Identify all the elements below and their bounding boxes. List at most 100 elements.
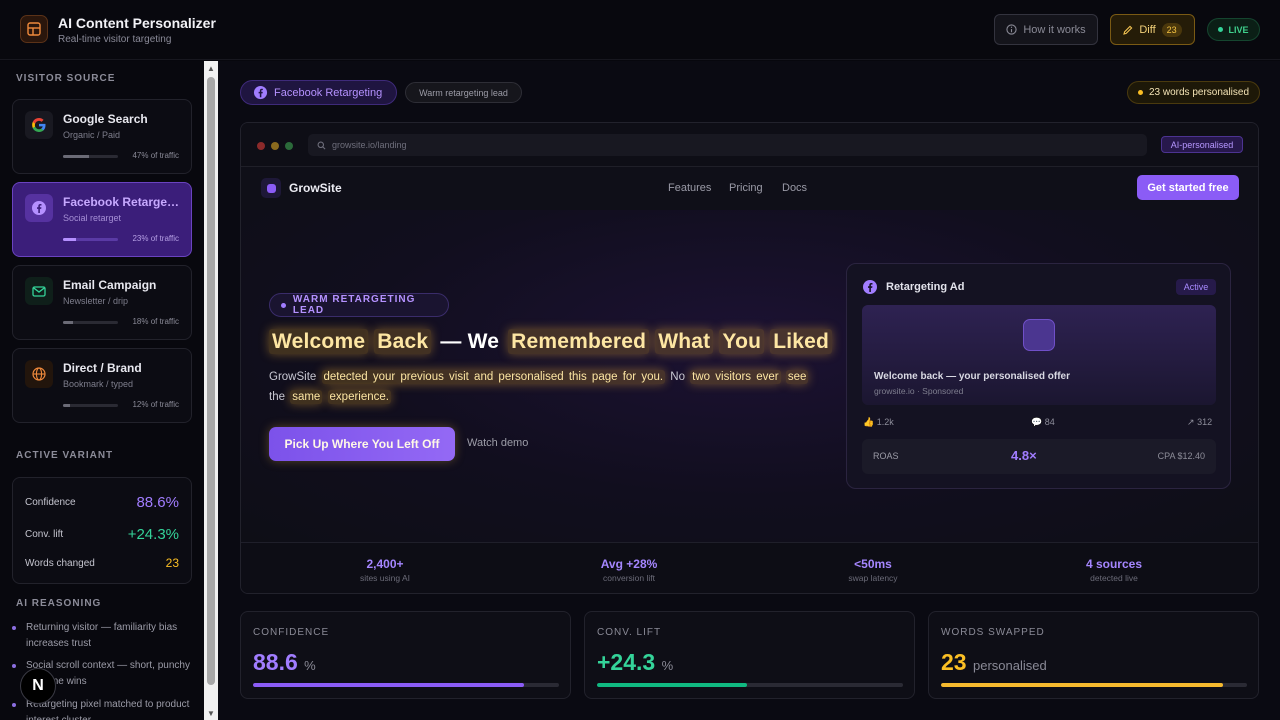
hero-cta-button[interactable]: Pick Up Where You Left Off bbox=[269, 427, 455, 461]
retargeting-ad-card: Retargeting Ad Active Welcome back — you… bbox=[846, 263, 1231, 489]
traffic-share-bar bbox=[63, 238, 118, 241]
ad-comments: 💬 84 bbox=[1031, 417, 1055, 427]
ad-title: Retargeting Ad bbox=[886, 281, 965, 293]
share-icon: ↗ bbox=[1187, 417, 1195, 427]
live-status-badge: LIVE bbox=[1207, 18, 1260, 41]
subtext-highlight: experience. bbox=[327, 390, 391, 404]
metric-progress-bar bbox=[597, 683, 903, 687]
headline-word: Liked bbox=[770, 329, 833, 354]
metric-value: 23 personalised bbox=[941, 649, 1047, 675]
ad-likes: 👍 1.2k bbox=[863, 417, 894, 427]
active-variant-heading: ACTIVE VARIANT bbox=[16, 450, 114, 461]
roas-row: ROAS 4.8× CPA $12.40 bbox=[862, 439, 1216, 474]
pencil-icon bbox=[1123, 25, 1133, 35]
app-title: AI Content Personalizer bbox=[58, 15, 216, 31]
words-personalised-label: 23 words personalised bbox=[1148, 87, 1250, 98]
roas-label: ROAS bbox=[873, 451, 899, 461]
facebook-icon bbox=[863, 280, 877, 294]
browser-preview: growsite.io/landing AI-personalised Grow… bbox=[240, 122, 1259, 594]
metric-progress-bar bbox=[253, 683, 559, 687]
hero-subtext: GrowSite detected your previous visit an… bbox=[269, 367, 817, 407]
source-type: Newsletter / drip bbox=[63, 296, 129, 306]
ad-shares: ↗ 312 bbox=[1187, 417, 1213, 427]
diff-button[interactable]: Diff 23 bbox=[1110, 14, 1195, 45]
warm-lead-label: WARM RETARGETING LEAD bbox=[292, 294, 416, 316]
traffic-share-bar bbox=[63, 155, 118, 158]
n-badge-button[interactable]: N bbox=[20, 668, 56, 704]
get-started-button[interactable]: Get started free bbox=[1137, 175, 1239, 200]
nav-link-features[interactable]: Features bbox=[668, 182, 711, 194]
ai-personalised-chip: AI-personalised bbox=[1161, 136, 1243, 153]
lift-value: +24.3% bbox=[127, 526, 179, 543]
ad-source: growsite.io · Sponsored bbox=[874, 386, 964, 396]
scroll-thumb[interactable] bbox=[207, 77, 215, 685]
url-text: growsite.io/landing bbox=[332, 140, 407, 150]
subtext-highlight: detected your previous visit and persona… bbox=[321, 370, 666, 384]
stat-item: 2,400+ sites using AI bbox=[359, 557, 411, 583]
ad-creative-image: Welcome back — your personalised offer g… bbox=[862, 305, 1216, 405]
warm-lead-pill: WARM RETARGETING LEAD bbox=[269, 293, 449, 317]
source-name: Email Campaign bbox=[63, 278, 157, 292]
headline-word: Remembered bbox=[508, 329, 650, 354]
minimize-dot-icon bbox=[271, 142, 279, 150]
google-icon bbox=[25, 111, 53, 139]
source-card-google[interactable]: Google Search Organic / Paid 47% of traf… bbox=[12, 99, 192, 174]
traffic-share-bar bbox=[63, 321, 118, 324]
traffic-share-bar bbox=[63, 404, 118, 407]
headline-word: Welcome bbox=[269, 329, 369, 354]
how-it-works-label: How it works bbox=[1023, 23, 1086, 36]
sidebar-scrollbar[interactable]: ▲ ▼ bbox=[204, 61, 218, 720]
site-name: GrowSite bbox=[289, 181, 342, 195]
words-changed-label: Words changed bbox=[25, 557, 95, 569]
scroll-down-icon[interactable]: ▼ bbox=[207, 709, 215, 718]
headline-word: What bbox=[655, 329, 714, 354]
maximize-dot-icon bbox=[285, 142, 293, 150]
source-type: Bookmark / typed bbox=[63, 379, 134, 389]
app-subtitle: Real-time visitor targeting bbox=[58, 34, 172, 45]
active-variant-card: Confidence 88.6% Conv. lift +24.3% Words… bbox=[12, 477, 192, 584]
close-dot-icon bbox=[257, 142, 265, 150]
live-dot-icon bbox=[1218, 27, 1224, 32]
source-card-email[interactable]: Email Campaign Newsletter / drip 18% of … bbox=[12, 265, 192, 340]
metric-card-lift: CONV. LIFT +24.3 % bbox=[584, 611, 915, 699]
subtext-highlight: see bbox=[785, 370, 809, 384]
ad-headline: Welcome back — your personalised offer bbox=[874, 371, 1070, 382]
source-type: Organic / Paid bbox=[63, 130, 121, 140]
subtext-part: GrowSite bbox=[269, 371, 317, 383]
globe-icon bbox=[25, 360, 53, 388]
source-pill-label: Facebook Retargeting bbox=[274, 86, 383, 99]
subtext-highlight: two visitors ever bbox=[690, 370, 781, 384]
subtext-highlight: same bbox=[290, 390, 323, 404]
nav-link-pricing[interactable]: Pricing bbox=[729, 182, 763, 194]
search-icon bbox=[317, 141, 326, 149]
ad-status-badge: Active bbox=[1176, 279, 1216, 295]
current-source-pill[interactable]: Facebook Retargeting bbox=[240, 80, 397, 105]
diff-label: Diff bbox=[1139, 23, 1156, 36]
traffic-share-label: 23% of traffic bbox=[132, 234, 179, 243]
visitor-source-heading: VISITOR SOURCE bbox=[16, 73, 116, 84]
url-bar[interactable]: growsite.io/landing bbox=[308, 134, 1147, 156]
facebook-icon bbox=[253, 85, 268, 100]
hero-headline: Welcome Back — We Remembered What You Li… bbox=[269, 329, 833, 354]
hero-section: WARM RETARGETING LEAD Welcome Back — We … bbox=[241, 210, 1258, 542]
traffic-share-label: 18% of traffic bbox=[132, 317, 179, 326]
watch-demo-link[interactable]: Watch demo bbox=[467, 437, 528, 449]
subtext-part: the bbox=[269, 391, 285, 403]
source-card-facebook[interactable]: Facebook Retargeting Social retarget 23%… bbox=[12, 182, 192, 257]
how-it-works-button[interactable]: How it works bbox=[994, 14, 1098, 45]
facebook-icon bbox=[25, 194, 53, 222]
ad-placeholder-icon bbox=[1023, 319, 1055, 351]
mail-icon bbox=[25, 277, 53, 305]
metric-card-confidence: CONFIDENCE 88.6 % bbox=[240, 611, 571, 699]
pill-dot-icon bbox=[281, 302, 286, 308]
nav-link-docs[interactable]: Docs bbox=[782, 182, 807, 194]
site-logo-icon bbox=[261, 178, 281, 198]
app-logo-icon bbox=[20, 15, 48, 43]
source-card-direct[interactable]: Direct / Brand Bookmark / typed 12% of t… bbox=[12, 348, 192, 423]
metric-value: +24.3 % bbox=[597, 649, 674, 675]
scroll-up-icon[interactable]: ▲ bbox=[207, 64, 215, 73]
source-name: Direct / Brand bbox=[63, 361, 142, 375]
stats-row: 2,400+ sites using AI Avg +28% conversio… bbox=[241, 542, 1258, 593]
cpa-value: CPA $12.40 bbox=[1157, 451, 1205, 461]
subtext-part: No bbox=[670, 371, 685, 383]
